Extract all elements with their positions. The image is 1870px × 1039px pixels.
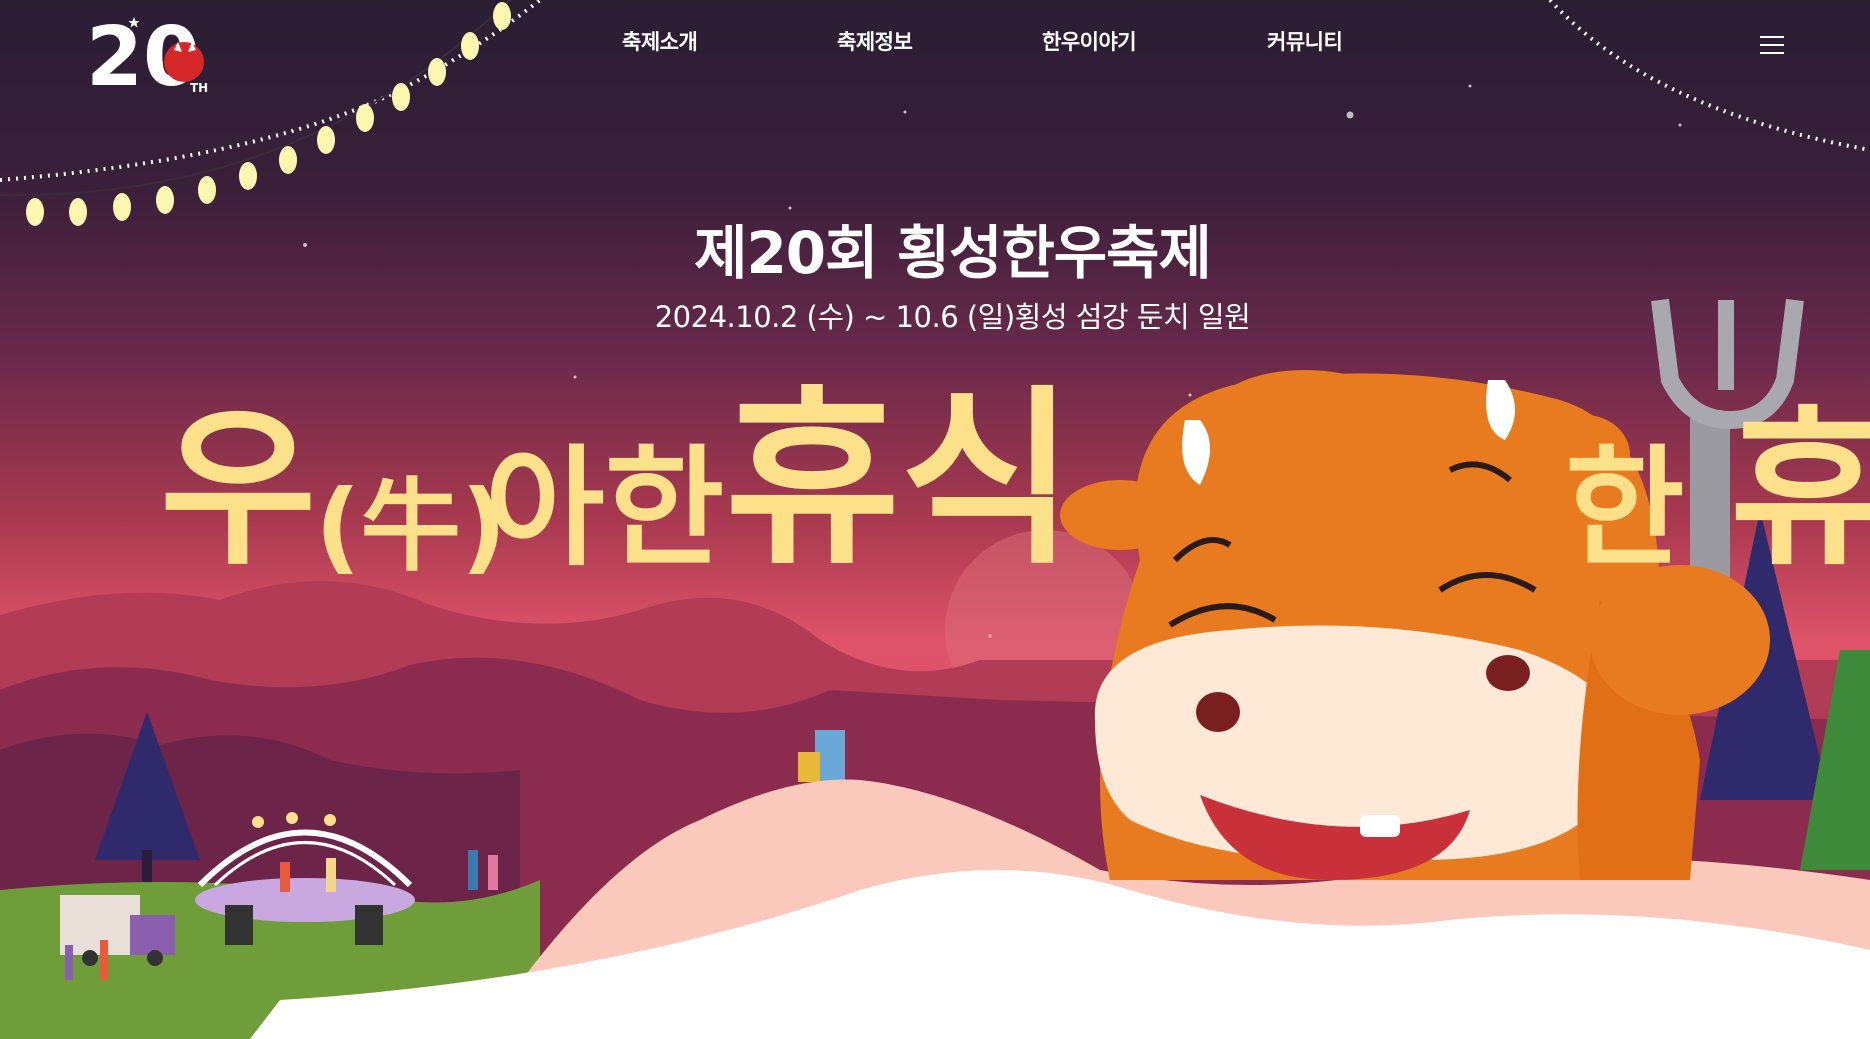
slogan-ahan: 아한 (485, 432, 725, 584)
slogan-han-right: 한 (1565, 432, 1685, 584)
hamburger-icon[interactable] (1760, 36, 1784, 58)
site-header: 20 TH 축제소개 축제정보 한우이야기 커뮤니티 (0, 0, 1870, 105)
slogan-hyusik: 휴식 (725, 369, 1075, 590)
nav-festival-info[interactable]: 축제정보 (837, 26, 913, 56)
nav-festival-intro[interactable]: 축제소개 (622, 26, 698, 56)
slogan-hyu-right: 휴 (1730, 391, 1870, 589)
hero-date-location: 2024.10.2 (수) ~ 10.6 (일)횡성 섬강 둔치 일원 (654, 300, 1251, 334)
main-nav: 축제소개 축제정보 한우이야기 커뮤니티 (0, 26, 1870, 66)
slogan-hanja: (牛) (315, 468, 507, 585)
nav-hanwoo-story[interactable]: 한우이야기 (1042, 26, 1137, 56)
slogan-char-u: 우 (160, 391, 317, 589)
svg-text:TH: TH (190, 81, 208, 95)
nav-community[interactable]: 커뮤니티 (1267, 26, 1343, 56)
hero-title: 제20회 횡성한우축제 (694, 219, 1212, 287)
